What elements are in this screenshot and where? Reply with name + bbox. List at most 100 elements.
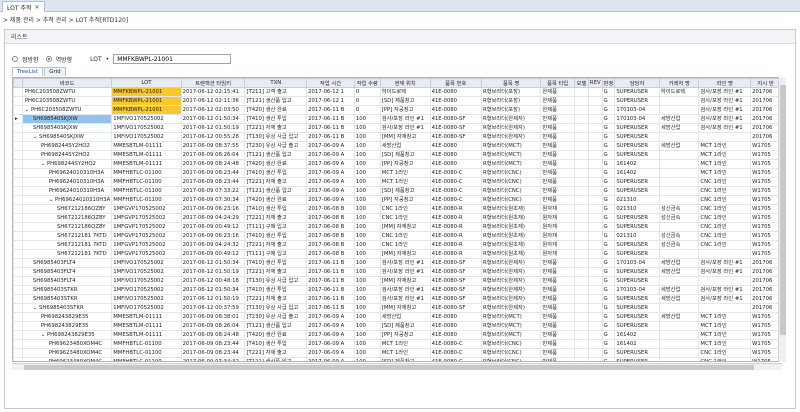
table-cell: 반제품 bbox=[540, 303, 575, 313]
table-cell: 100 bbox=[353, 312, 381, 322]
table-cell: [T221] 자재 출고 bbox=[244, 294, 308, 304]
barcode-text: PH69624010310H3A bbox=[48, 170, 105, 176]
table-cell: 2017-06-09 06:23:16 bbox=[180, 231, 246, 241]
table-row[interactable]: SH67212186QZBY 1MFGVP170525002 2017-06-09 … bbox=[13, 213, 781, 223]
table-cell: [T211] 고객 출고 bbox=[244, 87, 308, 97]
table-row[interactable]: SH67212181 7KTD 1MFGVP170525002 2017-06-09… bbox=[13, 240, 781, 250]
table-cell: 41E-0080-SF bbox=[429, 294, 482, 304]
tab-lot-trace[interactable]: LOT 추적 ✕ bbox=[2, 1, 45, 12]
column-header[interactable]: 트랜잭션 타임키 bbox=[180, 78, 246, 88]
table-row[interactable]: PH69623480XOM4C MMFHBTLC-01100 2017-06-09 … bbox=[13, 357, 781, 361]
table-row[interactable]: PH69623480XOM4C MMFHBTLC-01100 2017-06-09 … bbox=[13, 348, 781, 358]
barcode-text: PH6C203508ZWTU bbox=[30, 107, 82, 113]
table-cell: SH67212181 7KTD bbox=[21, 249, 113, 259]
table-cell: 검사/포장 라인 #1 bbox=[698, 123, 752, 133]
close-icon[interactable]: ✕ bbox=[34, 4, 39, 11]
table-cell: 0 bbox=[353, 105, 381, 115]
row-indicator bbox=[13, 159, 23, 169]
table-cell bbox=[573, 204, 589, 214]
table-cell bbox=[573, 132, 589, 142]
table-cell: 2017-06-11 B bbox=[306, 123, 355, 133]
table-row[interactable]: SH698540SKJXW 1MFIVO170525002 2017-06-12 0… bbox=[13, 123, 781, 133]
column-header[interactable]: 라인 명 bbox=[698, 78, 752, 88]
table-cell: SH67212186QZBY bbox=[21, 213, 113, 223]
table-cell bbox=[573, 195, 589, 205]
table-row[interactable]: SH67212181 7KTD 1MFGVP170525002 2017-06-09… bbox=[13, 249, 781, 259]
vertical-scrollbar[interactable] bbox=[778, 77, 786, 362]
column-header[interactable]: 바코드 bbox=[21, 78, 113, 88]
lot-input[interactable] bbox=[113, 54, 232, 64]
table-row[interactable]: ⌄ SH6985403STKR 1MFIVO170525002 2017-06-12… bbox=[13, 303, 781, 313]
table-row[interactable]: SH67212186QZBY 1MFGVP170525002 2017-06-09 … bbox=[13, 222, 781, 232]
table-row[interactable]: PH698243829E35 MMESBTLM-01111 2017-06-09 0… bbox=[13, 312, 781, 322]
table-row[interactable]: SH6985403STKR 1MFIVO170525002 2017-06-12 0… bbox=[13, 294, 781, 304]
column-header[interactable]: 현재 위치 bbox=[379, 78, 431, 88]
column-header[interactable]: 판정 bbox=[601, 78, 616, 88]
table-row[interactable]: ⌄ PH698244SY2HO2 MMESBTLM-01111 2017-06-09… bbox=[13, 159, 781, 169]
column-header[interactable]: 지시 번 bbox=[750, 78, 781, 88]
row-indicator bbox=[13, 195, 23, 205]
tab-treelist[interactable]: TreeList bbox=[12, 67, 44, 76]
radio-forward[interactable] bbox=[12, 56, 18, 62]
row-indicator bbox=[13, 303, 23, 313]
table-row[interactable]: ▸ SH698540SKJXW 1MFIVO170525002 2017-06-12 … bbox=[13, 114, 781, 124]
table-row[interactable]: PH69624010310H3A MMFHBTLC-01100 2017-06-09… bbox=[13, 168, 781, 178]
column-header[interactable]: 모델 bbox=[573, 78, 589, 88]
table-cell: 검사/포장 라인 #1 bbox=[698, 267, 752, 277]
table-row[interactable]: SH6985403FLT4 1MFIVO170525002 2017-06-12 0… bbox=[13, 276, 781, 286]
table-cell: 반제품 bbox=[540, 123, 575, 133]
table-cell: 2017-06-09 A bbox=[306, 177, 355, 187]
column-header[interactable]: 작업 시간 bbox=[306, 78, 355, 88]
column-header[interactable]: LOT bbox=[111, 78, 182, 88]
table-row[interactable]: PH698243829E35 MMESBTLM-01111 2017-06-09 0… bbox=[13, 321, 781, 331]
table-cell: [T221] 자재 출고 bbox=[244, 240, 308, 250]
horizontal-scrollbar[interactable] bbox=[12, 363, 782, 370]
tab-grid[interactable]: Grid bbox=[44, 67, 66, 76]
table-cell: 2017-06-09 04:24:32 bbox=[180, 240, 246, 250]
table-row[interactable]: PH69624010310H3A MMFHBTLC-01100 2017-06-09… bbox=[13, 177, 781, 187]
table-row[interactable]: SH67212186QZBY 1MFGVP170525002 2017-06-09 … bbox=[13, 204, 781, 214]
table-cell: 2017-06-09 08:37:55 bbox=[180, 141, 246, 151]
table-row[interactable]: ⌄ PH698243829E35 MMESBTLM-01111 2017-06-09… bbox=[13, 330, 781, 340]
table-row[interactable]: SH6985403STKR 1MFIVO170525002 2017-06-12 0… bbox=[13, 285, 781, 295]
table-cell: 완제품 bbox=[540, 96, 575, 106]
column-header[interactable]: 담당자 bbox=[614, 78, 660, 88]
column-header[interactable]: 작업 수량 bbox=[353, 78, 381, 88]
table-cell: 검사/포장 라인 #1 bbox=[379, 267, 431, 277]
table-cell bbox=[658, 105, 700, 115]
table-cell bbox=[573, 168, 589, 178]
column-header[interactable]: 거래처 명 bbox=[658, 78, 700, 88]
column-header[interactable]: 품목 명 bbox=[480, 78, 542, 88]
table-row[interactable]: SH6985403FLT4 1MFIVO170525002 2017-06-12 0… bbox=[13, 258, 781, 268]
table-cell: [T111] 구매 입고 bbox=[244, 222, 308, 232]
column-header[interactable]: TXN bbox=[244, 78, 308, 88]
table-row[interactable]: PH6C203508ZWTU MMFKBWPL-21001 2017-06-12 0… bbox=[13, 96, 781, 106]
table-cell: PH698243829E35 bbox=[21, 312, 113, 322]
table-cell: R형브라더(완제자) bbox=[480, 132, 542, 142]
table-cell bbox=[573, 249, 589, 259]
table-row[interactable]: ⌄ SH698540SKJXW 1MFIVO170525002 2017-06-12… bbox=[13, 132, 781, 142]
column-header[interactable]: 품목 타입 bbox=[540, 78, 575, 88]
table-cell: 0 bbox=[353, 87, 381, 97]
table-row[interactable]: PH698244SY2HO2 MMESBTLM-01111 2017-06-09 0… bbox=[13, 150, 781, 160]
table-cell: MMESBTLM-01111 bbox=[111, 312, 182, 322]
radio-backward[interactable] bbox=[45, 56, 52, 62]
table-row[interactable]: ⌄ PH69624010310H3A MMFHBTLC-01100 2017-06-… bbox=[13, 195, 781, 205]
table-row[interactable]: PH69624010310H3A MMFHBTLC-01100 2017-06-09… bbox=[13, 186, 781, 196]
table-row[interactable]: ⌄ PH6C203508ZWTU MMFKBWPL-21001 2017-06-12… bbox=[13, 105, 781, 115]
table-row[interactable]: SH67212181 7KTD 1MFGVP170525002 2017-06-09… bbox=[13, 231, 781, 241]
table-cell: 100 bbox=[353, 249, 381, 259]
column-header[interactable]: REV bbox=[587, 78, 603, 88]
table-row[interactable]: SH6985403FLT4 1MFIVO170525002 2017-06-12 0… bbox=[13, 267, 781, 277]
table-row[interactable]: PH6C203508ZWTU MMFKBWPL-21001 2017-06-12 0… bbox=[13, 87, 781, 97]
table-row[interactable]: PH698244SY2HO2 MMESBTLM-01111 2017-06-09 0… bbox=[13, 141, 781, 151]
table-cell: 반제품 bbox=[540, 330, 575, 340]
table-cell: 170103-04 bbox=[614, 105, 660, 115]
table-cell: 세방산업 bbox=[658, 258, 700, 268]
table-cell: G bbox=[601, 231, 616, 241]
table-row[interactable]: PH69623480XOM4C MMFHBTLC-01100 2017-06-09 … bbox=[13, 339, 781, 349]
table-cell: 2017-06-11 B bbox=[306, 267, 355, 277]
table-cell: 반제품 bbox=[540, 141, 575, 151]
table-cell: 41E-0080 bbox=[429, 96, 482, 106]
column-header[interactable]: 품목 번호 bbox=[429, 78, 482, 88]
